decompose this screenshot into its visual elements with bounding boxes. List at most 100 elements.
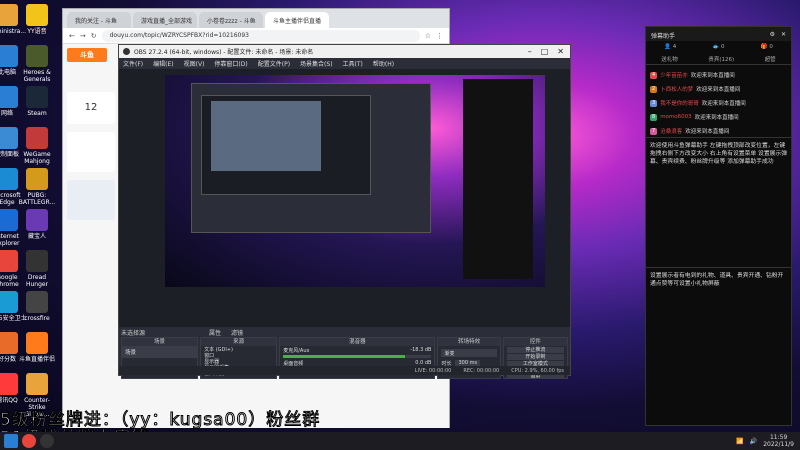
taskbar-chrome-icon[interactable] (22, 434, 36, 448)
desktop-shortcut[interactable]: YY语音 (16, 4, 58, 35)
cpu-status: CPU: 2.9%, 60.00 fps (511, 367, 564, 374)
obs-menu-item[interactable]: 停靠窗口(D) (214, 59, 247, 68)
clock[interactable]: 11:59 2022/11/9 (763, 434, 794, 448)
tab-gifts[interactable]: 送礼物 (661, 55, 678, 63)
obs-menu-item[interactable]: 工具(T) (343, 59, 363, 68)
filters-button[interactable]: 滤镜 (231, 328, 243, 337)
start-icon[interactable] (4, 434, 18, 448)
chat-message: 2 卜西松人的梦 欢迎来到本直播间 (646, 82, 791, 96)
address-bar: ← → ↻ douyu.com/topic/WZRYCSPFBX?rid=102… (63, 28, 449, 44)
volume-slider[interactable] (283, 355, 432, 358)
back-icon[interactable]: ← (69, 32, 75, 40)
fan-badge: 8 (650, 113, 658, 121)
transitions-dock-title: 转场特效 (438, 338, 500, 346)
obs-menu-item[interactable]: 场景集合(S) (300, 59, 333, 68)
chat-username[interactable]: 我不是你的哥哥 (660, 99, 699, 107)
mixer-track-name: 麦克风/Aux (283, 348, 310, 354)
browser-tab[interactable]: 游戏直播_全部游戏 (133, 12, 197, 28)
scenes-dock-title: 场景 (122, 338, 198, 346)
minimize-icon[interactable]: – (528, 47, 532, 56)
danmu-stats: 👤 4 🐟 0 🎁 0 (646, 41, 791, 53)
star-icon[interactable]: ☆ (425, 32, 431, 40)
csgo-icon (26, 373, 48, 395)
rec-status: REC: 00:00:00 (463, 367, 500, 374)
douyu-logo[interactable]: 斗鱼 (67, 48, 107, 62)
desktop-shortcut-label: YY语音 (27, 28, 47, 35)
obs-control-button[interactable]: 停止推流 (506, 347, 564, 353)
obs-menu-item[interactable]: 配置文件(P) (258, 59, 290, 68)
obs-statusbar: LIVE: 00:00:00 REC: 00:00:00 CPU: 2.9%, … (119, 366, 570, 375)
chat-username[interactable]: 少年苗苗亦 (660, 71, 688, 79)
menu-icon[interactable]: ⋮ (436, 32, 443, 40)
fan-badge: 3 (650, 99, 658, 107)
desktop-shortcut[interactable]: WeGame Mahjong (16, 127, 58, 165)
desktop-shortcut[interactable]: crossfire (16, 291, 58, 322)
transition-select[interactable]: 渐变 (441, 349, 497, 357)
chat-messages: 4 少年苗苗亦 欢迎来到本直播间 2 卜西松人的梦 欢迎来到本直播间 3 我不是你的哥哥 欢迎来… (646, 65, 791, 137)
chat-text: 欢迎来到本直播间 (690, 73, 735, 79)
chat-text: 欢迎来到本直播间 (701, 101, 746, 107)
chat-message: 4 少年苗苗亦 欢迎来到本直播间 (646, 68, 791, 82)
obs-app-icon (123, 48, 130, 55)
desktop-shortcut[interactable]: PUBG: BATTLEGR... (16, 168, 58, 206)
tab-admin[interactable]: 超管 (765, 55, 776, 63)
desktop-shortcut-label: Steam (27, 110, 47, 117)
obs-menu-item[interactable]: 帮助(H) (373, 59, 394, 68)
desktop-shortcut[interactable]: 藏宝人 (16, 209, 58, 240)
browser-tab[interactable]: 小卷卷zzzz - 斗鱼 (199, 12, 263, 28)
danmu-panel: 弹幕助手 ⚙ ✕ 👤 4 🐟 0 🎁 0 送礼物 贵宾(126) 超管 4 少年苗… (645, 26, 792, 426)
maximize-icon[interactable]: □ (541, 47, 549, 56)
fan-badge: 7 (650, 127, 658, 135)
live-status: LIVE: 00:00:00 (414, 367, 452, 374)
fish-icon: 🐟 0 (712, 44, 725, 50)
desktop-shortcut-label: 藏宝人 (27, 233, 46, 240)
chat-username[interactable]: 沧桑浪客 (660, 127, 682, 135)
desktop-shortcut[interactable]: 斗鱼直播伴侣 (16, 332, 58, 363)
obs-preview[interactable] (119, 69, 570, 327)
obs-menu-item[interactable]: 编辑(E) (153, 59, 173, 68)
tab-vip[interactable]: 贵宾(126) (708, 55, 734, 63)
chat-message: 8 momo6003 欢迎来到本直播间 (646, 110, 791, 124)
steam-icon (26, 86, 48, 108)
fan-badge: 4 (650, 71, 658, 79)
properties-button[interactable]: 属性 (209, 328, 221, 337)
obs-control-button[interactable]: 开始录制 (506, 354, 564, 360)
network-icon[interactable]: 📶 (736, 438, 743, 445)
sources-dock-title: 来源 (201, 338, 277, 346)
clock-time: 11:59 (769, 434, 788, 441)
volume-icon[interactable]: 🔊 (750, 438, 757, 445)
panel-footer-text: 设置展示者有电到的礼物、道具、贵宾开通、钻粉开通点赞等可设置小礼物屏蔽 (646, 267, 791, 292)
preview-nested-capture (165, 75, 545, 287)
desktop-icons: Administra...YY语音此电脑Heroes & Generals网络S… (0, 0, 62, 432)
streamer-card[interactable] (67, 180, 115, 220)
browser-tab[interactable]: 我的关注 - 斗鱼 (67, 12, 131, 28)
obs-window: OBS 27.2.4 (64-bit, windows) - 配置文件: 未命名… (118, 44, 571, 379)
obs-menu-item[interactable]: 文件(F) (123, 59, 143, 68)
obs-control-button[interactable]: 退出 (506, 375, 564, 378)
chat-text: 欢迎来到本直播间 (696, 87, 741, 93)
taskbar-obs-icon[interactable] (40, 434, 54, 448)
forward-icon[interactable]: → (80, 32, 86, 40)
mixer-dock-title: 混音器 (280, 338, 435, 346)
chat-username[interactable]: 卜西松人的梦 (660, 85, 693, 93)
desktop-shortcut[interactable]: Steam (16, 86, 58, 117)
desktop-shortcut-label: crossfire (24, 315, 50, 322)
streamer-card[interactable] (67, 132, 115, 172)
scene-item[interactable]: 场景 (122, 346, 198, 358)
close-icon[interactable]: ✕ (557, 47, 564, 56)
chat-username[interactable]: momo6003 (660, 114, 691, 120)
desktop-shortcut[interactable]: Dread Hunger (16, 250, 58, 288)
obs-menu-item[interactable]: 视图(V) (184, 59, 205, 68)
close-icon[interactable]: ✕ (781, 31, 786, 38)
desktop-shortcut-label: Dread Hunger (25, 274, 49, 288)
reload-icon[interactable]: ↻ (91, 32, 97, 40)
chat-text: 欢迎来到本直播间 (694, 115, 739, 121)
danmu-panel-header: 弹幕助手 ⚙ ✕ (646, 27, 791, 41)
browser-tab-active[interactable]: 斗鱼主播伴侣直播 (265, 12, 329, 28)
pubg-icon (26, 168, 48, 190)
desktop-shortcut[interactable]: Heroes & Generals (16, 45, 58, 83)
url-field[interactable]: douyu.com/topic/WZRYCSPFBX?rid=10216093 (101, 29, 420, 42)
settings-icon[interactable]: ⚙ (770, 31, 775, 38)
mahjong-icon (26, 127, 48, 149)
system-tray: 📶 🔊 11:59 2022/11/9 (736, 434, 800, 448)
